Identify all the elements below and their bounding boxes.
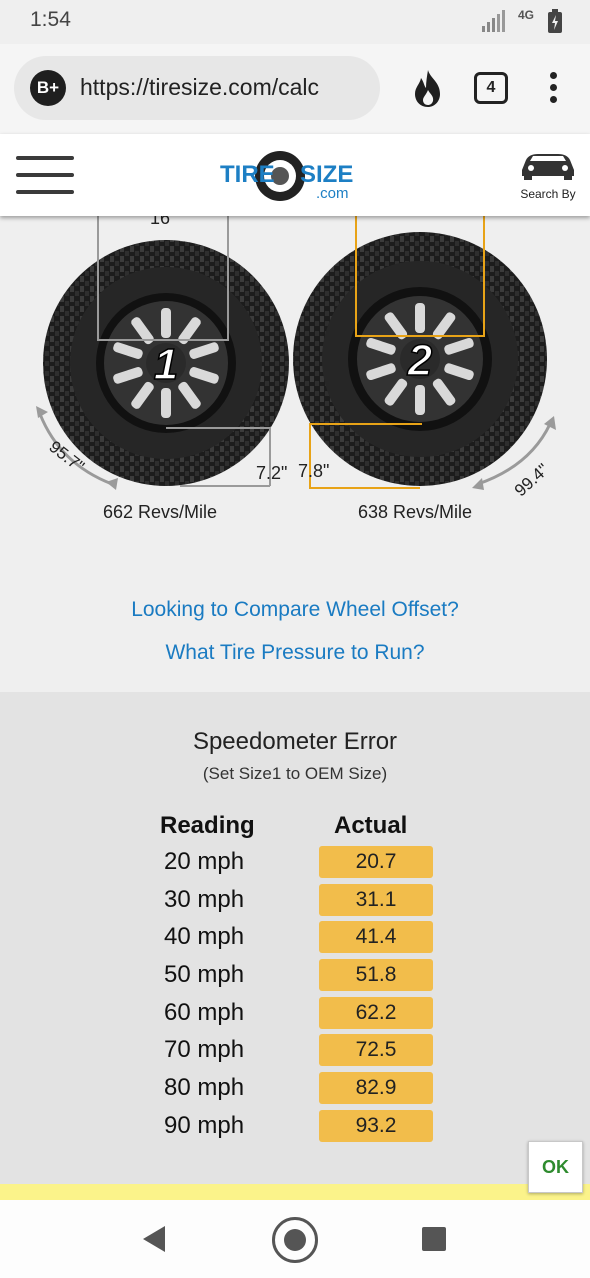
tire-1-revs: 662 Revs/Mile: [103, 502, 218, 522]
actual-cell: 51.8: [319, 959, 433, 991]
tab-switcher-button[interactable]: 4: [474, 72, 508, 104]
actual-cell: 41.4: [319, 921, 433, 953]
signal-icon: [482, 10, 505, 32]
flame-icon[interactable]: [410, 68, 446, 108]
tire-2-top-label: 16: [406, 216, 426, 220]
table-row: 70 mph 72.5: [0, 1034, 590, 1068]
table-row: 60 mph 62.2: [0, 997, 590, 1031]
reading-cell: 40 mph: [164, 923, 245, 950]
tire-comparison: 1 16 95.7" 7.2" 2 99.4" 7.8" 662 Revs/Mi…: [0, 216, 590, 692]
speedometer-error-section: Speedometer Error (Set Size1 to OEM Size…: [0, 692, 590, 1184]
tire-1-sidewall: 7.2": [256, 463, 287, 483]
reading-cell: 70 mph: [164, 1036, 245, 1063]
tire-2: 2 16 99.4" 7.8": [293, 216, 556, 500]
actual-cell: 20.7: [319, 846, 433, 878]
table-row: 90 mph 93.2: [0, 1110, 590, 1144]
table-row: 50 mph 51.8: [0, 959, 590, 993]
actual-column-header: Actual: [334, 812, 408, 839]
logo-text-size: SIZE: [300, 161, 353, 188]
recent-apps-icon[interactable]: [422, 1227, 446, 1251]
search-by-button[interactable]: Search By: [515, 150, 581, 201]
reading-cell: 20 mph: [164, 848, 245, 875]
ok-button[interactable]: OK: [528, 1141, 583, 1193]
url-bar[interactable]: B+ https://tiresize.com/calc: [14, 56, 380, 120]
reading-cell: 50 mph: [164, 961, 245, 988]
actual-cell: 93.2: [319, 1110, 433, 1142]
actual-cell: 31.1: [319, 884, 433, 916]
home-icon[interactable]: [272, 1217, 318, 1263]
network-type: 4G: [517, 8, 534, 22]
browser-toolbar: B+ https://tiresize.com/calc 4: [0, 44, 590, 134]
overflow-menu-icon[interactable]: [546, 72, 560, 108]
site-header: TIRE SIZE .com Search By: [0, 134, 590, 216]
reading-cell: 80 mph: [164, 1074, 245, 1101]
tire-2-number: 2: [407, 336, 433, 385]
compare-offset-link[interactable]: Looking to Compare Wheel Offset?: [0, 598, 590, 622]
system-navigation-bar: [0, 1200, 590, 1278]
status-bar: 1:54 4G: [0, 0, 590, 44]
tire-2-circumference: 99.4": [511, 460, 553, 500]
tire-2-revs: 638 Revs/Mile: [358, 502, 473, 522]
tire-1-number: 1: [154, 340, 178, 389]
speedometer-subtitle: (Set Size1 to OEM Size): [202, 764, 388, 783]
logo-text-tire: TIRE: [220, 161, 275, 188]
reading-cell: 60 mph: [164, 999, 245, 1026]
tire-diagram: 1 16 95.7" 7.2" 2 99.4" 7.8": [36, 216, 556, 500]
status-time: 1:54: [30, 8, 71, 31]
tire-pressure-link[interactable]: What Tire Pressure to Run?: [0, 641, 590, 665]
table-row: 80 mph 82.9: [0, 1072, 590, 1106]
reading-column-header: Reading: [160, 812, 255, 839]
logo-text-com: .com: [316, 185, 349, 202]
site-badge-icon[interactable]: B+: [30, 70, 66, 106]
car-icon: [522, 154, 574, 180]
tiresize-logo[interactable]: TIRE SIZE .com: [218, 148, 372, 204]
search-by-label: Search By: [520, 187, 576, 201]
actual-cell: 72.5: [319, 1034, 433, 1066]
tire-1: 1 16 95.7" 7.2": [36, 216, 289, 490]
notice-bar: [0, 1184, 590, 1200]
back-icon[interactable]: [143, 1226, 167, 1252]
table-row: 40 mph 41.4: [0, 921, 590, 955]
battery-icon: [548, 9, 562, 33]
speedometer-title: Speedometer Error: [192, 728, 398, 755]
actual-cell: 82.9: [319, 1072, 433, 1104]
actual-cell: 62.2: [319, 997, 433, 1029]
reading-cell: 30 mph: [164, 886, 245, 913]
tire-2-sidewall: 7.8": [298, 461, 329, 481]
reading-cell: 90 mph: [164, 1112, 245, 1139]
table-row: 20 mph 20.7: [0, 846, 590, 880]
table-row: 30 mph 31.1: [0, 884, 590, 918]
url-text[interactable]: https://tiresize.com/calc: [80, 74, 319, 101]
tire-1-top-label: 16: [150, 216, 170, 228]
hamburger-menu-icon[interactable]: [16, 156, 74, 194]
